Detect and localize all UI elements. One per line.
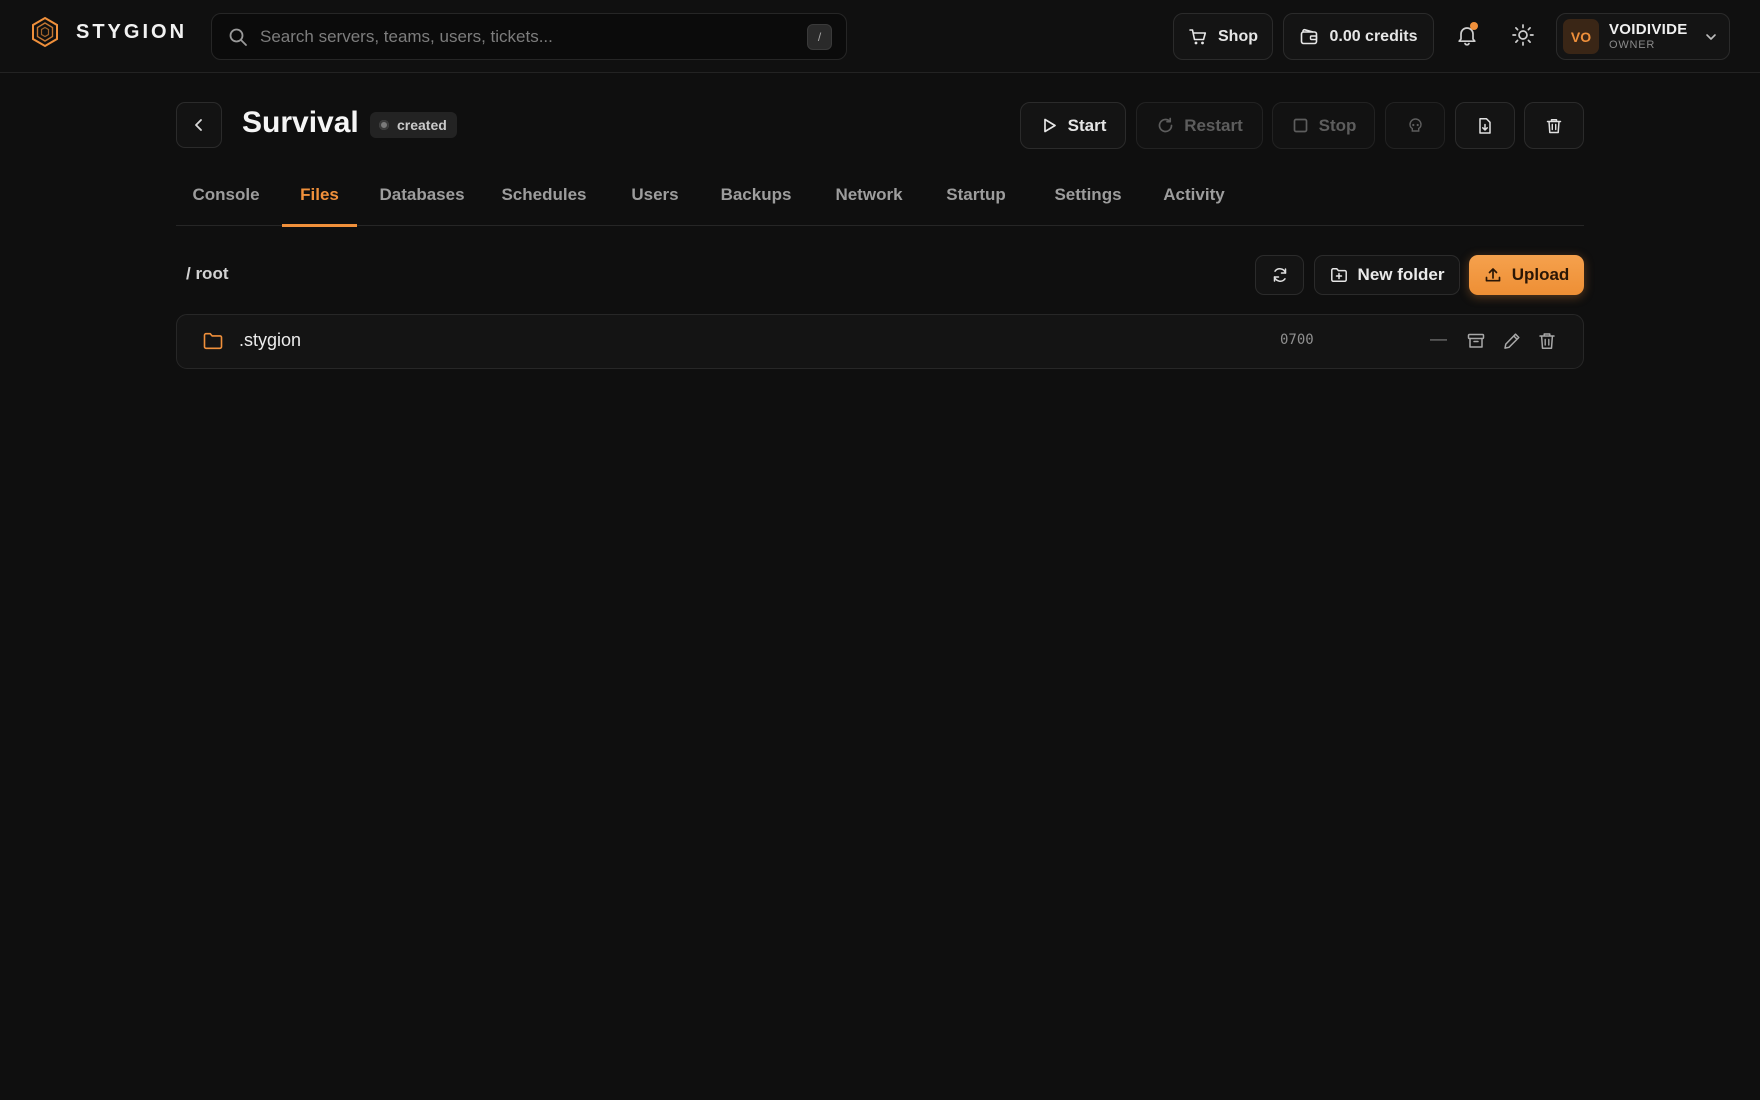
tab-files[interactable]: Files (282, 170, 357, 227)
user-name: VOIDIVIDE (1609, 21, 1688, 38)
file-size: — (1430, 329, 1447, 348)
tab-network[interactable]: Network (827, 170, 911, 226)
play-icon (1043, 118, 1056, 133)
tab-settings[interactable]: Settings (1045, 170, 1131, 226)
status-label: created (397, 117, 447, 133)
skull-icon (1408, 118, 1422, 132)
search-shortcut-hint: / (807, 24, 832, 50)
stygion-logo-icon (32, 16, 58, 48)
upload-button[interactable]: Upload (1469, 255, 1584, 295)
back-button[interactable] (176, 102, 222, 148)
tab-activity[interactable]: Activity (1156, 170, 1232, 226)
top-bar: STYGION / Shop 0.00 credits (0, 0, 1760, 73)
tab-databases[interactable]: Databases (374, 170, 470, 226)
upload-label: Upload (1511, 265, 1570, 284)
restart-label: Restart (1184, 115, 1243, 135)
file-permissions: 0700 (1280, 332, 1314, 348)
folder-plus-icon (1330, 268, 1347, 282)
chevron-left-icon (195, 119, 202, 131)
refresh-icon (1273, 268, 1286, 282)
tab-console[interactable]: Console (176, 170, 276, 226)
credits-button[interactable]: 0.00 credits (1283, 13, 1434, 60)
tab-users[interactable]: Users (625, 170, 685, 226)
tab-backups[interactable]: Backups (716, 170, 796, 226)
shop-label: Shop (1218, 27, 1258, 45)
global-search[interactable]: / (211, 13, 847, 60)
tab-startup[interactable]: Startup (938, 170, 1014, 226)
chevron-down-icon (1706, 34, 1716, 40)
user-role: OWNER (1609, 39, 1656, 51)
tab-schedules[interactable]: Schedules (496, 170, 592, 226)
user-menu[interactable]: VO VOIDIVIDE OWNER (1556, 13, 1730, 60)
status-badge: created (370, 112, 457, 138)
new-folder-button[interactable]: New folder (1314, 255, 1460, 295)
breadcrumb[interactable]: / root (186, 264, 229, 284)
download-file-button[interactable] (1455, 102, 1515, 149)
file-name[interactable]: .stygion (239, 330, 301, 351)
stop-square-icon (1293, 118, 1307, 133)
upload-icon (1485, 268, 1501, 282)
search-input[interactable] (260, 14, 760, 59)
refresh-button[interactable] (1255, 255, 1304, 295)
file-download-icon (1479, 117, 1491, 134)
stop-label: Stop (1318, 115, 1357, 135)
new-folder-label: New folder (1357, 265, 1445, 284)
stop-button[interactable]: Stop (1272, 102, 1375, 149)
status-dot (379, 120, 389, 130)
restart-button[interactable]: Restart (1136, 102, 1263, 149)
table-row[interactable]: .stygion 0700 — (177, 315, 1583, 368)
theme-toggle-sun-icon[interactable] (1510, 22, 1536, 48)
brand[interactable]: STYGION (30, 16, 187, 48)
cart-icon (1189, 28, 1207, 44)
archive-icon[interactable] (1466, 331, 1486, 351)
trash-icon (1546, 118, 1562, 133)
page-title: Survival (242, 106, 359, 139)
wallet-icon (1301, 28, 1318, 44)
notification-dot (1470, 22, 1478, 30)
kill-button[interactable] (1385, 102, 1445, 149)
start-label: Start (1067, 115, 1107, 135)
shop-button[interactable]: Shop (1173, 13, 1273, 60)
brand-name: STYGION (76, 20, 188, 43)
restart-icon (1158, 117, 1173, 133)
search-icon (229, 28, 247, 46)
server-tabs: Console Files Databases Schedules Users … (176, 170, 1584, 227)
avatar: VO (1563, 19, 1599, 54)
trash-icon[interactable] (1537, 331, 1557, 351)
pencil-icon[interactable] (1502, 331, 1522, 351)
delete-server-button[interactable] (1524, 102, 1584, 149)
start-button[interactable]: Start (1020, 102, 1126, 149)
credits-label: 0.00 credits (1329, 27, 1418, 45)
folder-icon (203, 332, 223, 350)
file-list: .stygion 0700 — (176, 314, 1584, 369)
